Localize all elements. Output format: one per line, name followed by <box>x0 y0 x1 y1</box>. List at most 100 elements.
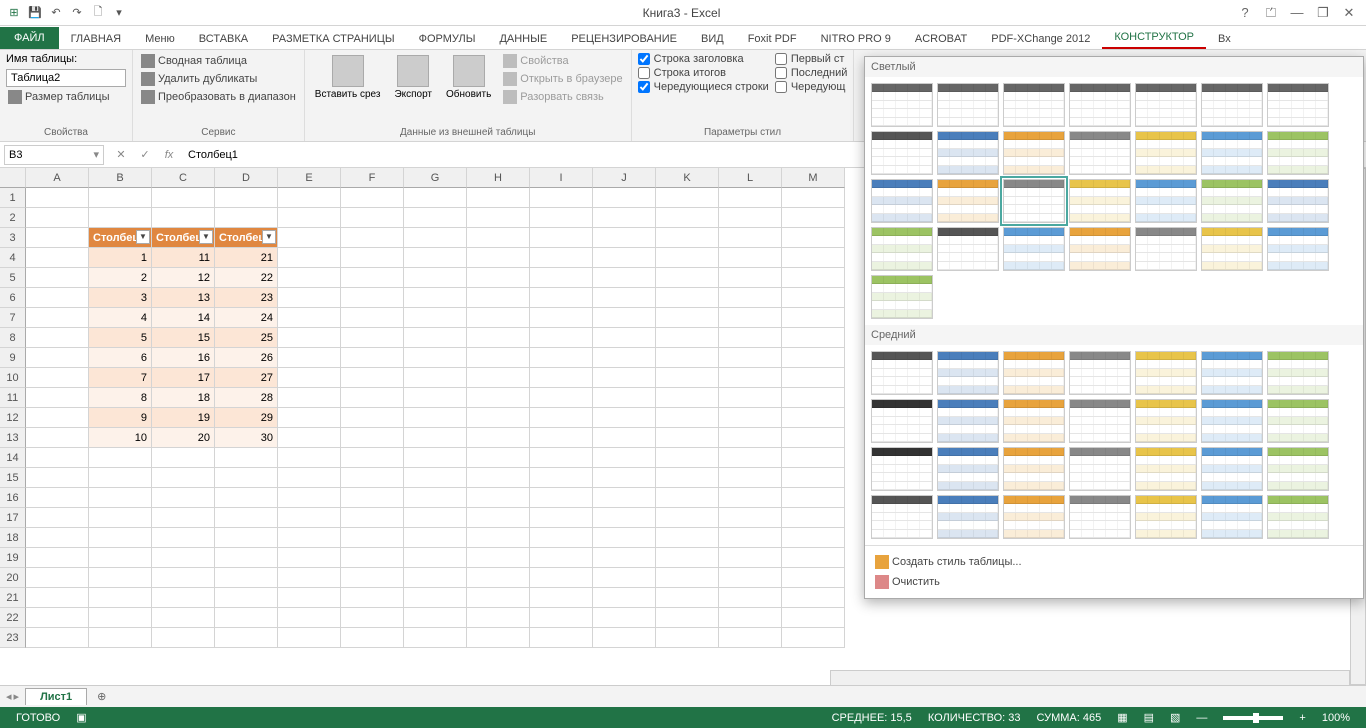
col-header[interactable]: L <box>719 168 782 188</box>
style-swatch[interactable] <box>871 275 933 319</box>
col-header[interactable]: I <box>530 168 593 188</box>
cell[interactable] <box>719 208 782 228</box>
cell[interactable] <box>593 308 656 328</box>
cell[interactable] <box>26 328 89 348</box>
cell[interactable] <box>467 308 530 328</box>
cell[interactable] <box>593 448 656 468</box>
cell[interactable] <box>404 328 467 348</box>
cell[interactable] <box>404 608 467 628</box>
cell[interactable] <box>530 308 593 328</box>
cell[interactable]: 26 <box>215 348 278 368</box>
cell[interactable] <box>26 408 89 428</box>
cell[interactable] <box>530 188 593 208</box>
col-header[interactable]: B <box>89 168 152 188</box>
style-swatch[interactable] <box>1267 447 1329 491</box>
resize-table-button[interactable]: Размер таблицы <box>6 89 126 105</box>
cell[interactable]: 3 <box>89 288 152 308</box>
cell[interactable] <box>782 588 845 608</box>
cell[interactable] <box>530 348 593 368</box>
cell[interactable] <box>26 368 89 388</box>
cell[interactable] <box>530 628 593 648</box>
cell[interactable] <box>593 388 656 408</box>
cell[interactable] <box>530 288 593 308</box>
tab-вх[interactable]: Вх <box>1206 29 1243 49</box>
cell[interactable] <box>341 588 404 608</box>
col-header[interactable]: J <box>593 168 656 188</box>
cell[interactable] <box>467 288 530 308</box>
cell[interactable] <box>341 628 404 648</box>
cancel-fx-icon[interactable]: ✕ <box>112 148 130 161</box>
cell[interactable] <box>341 428 404 448</box>
cell[interactable] <box>467 508 530 528</box>
tab-разметка страницы[interactable]: РАЗМЕТКА СТРАНИЦЫ <box>260 29 406 49</box>
sheet-tab[interactable]: Лист1 <box>25 688 87 705</box>
tab-главная[interactable]: ГЛАВНАЯ <box>59 29 133 49</box>
cell[interactable] <box>278 488 341 508</box>
cell[interactable] <box>656 568 719 588</box>
row-header[interactable]: 19 <box>0 548 26 568</box>
col-header[interactable]: E <box>278 168 341 188</box>
tab-данные[interactable]: ДАННЫЕ <box>487 29 559 49</box>
cell[interactable] <box>719 488 782 508</box>
row-header[interactable]: 22 <box>0 608 26 628</box>
cell[interactable] <box>782 408 845 428</box>
cell[interactable] <box>719 468 782 488</box>
cell[interactable] <box>530 228 593 248</box>
cell[interactable] <box>467 588 530 608</box>
cell[interactable] <box>593 368 656 388</box>
cell[interactable] <box>782 488 845 508</box>
cell[interactable] <box>341 308 404 328</box>
zoom-slider[interactable] <box>1223 716 1283 720</box>
cell[interactable] <box>593 248 656 268</box>
style-swatch[interactable] <box>937 447 999 491</box>
style-swatch[interactable] <box>1069 227 1131 271</box>
cell[interactable] <box>593 548 656 568</box>
name-box[interactable]: B3▾ <box>4 145 104 165</box>
cell[interactable] <box>530 388 593 408</box>
cell[interactable] <box>467 348 530 368</box>
cell[interactable] <box>719 568 782 588</box>
style-swatch[interactable] <box>871 351 933 395</box>
cell[interactable] <box>26 468 89 488</box>
cell[interactable] <box>530 468 593 488</box>
cell[interactable] <box>593 328 656 348</box>
cell[interactable] <box>530 428 593 448</box>
style-swatch[interactable] <box>937 351 999 395</box>
row-header[interactable]: 14 <box>0 448 26 468</box>
cell[interactable] <box>404 548 467 568</box>
style-swatch[interactable] <box>937 131 999 175</box>
cell[interactable]: 17 <box>152 368 215 388</box>
clear-style-button[interactable]: Очистить <box>871 572 1357 592</box>
style-swatch[interactable] <box>937 495 999 539</box>
cell[interactable] <box>26 428 89 448</box>
slicer-button[interactable]: Вставить срез <box>311 53 385 105</box>
cell[interactable] <box>152 568 215 588</box>
cell[interactable]: 6 <box>89 348 152 368</box>
close-icon[interactable]: ✕ <box>1338 5 1360 21</box>
cell[interactable] <box>593 428 656 448</box>
cell[interactable] <box>152 608 215 628</box>
cell[interactable] <box>467 548 530 568</box>
cell[interactable] <box>278 388 341 408</box>
cell[interactable]: Столбец2▼ <box>152 228 215 248</box>
cell[interactable] <box>341 188 404 208</box>
cell[interactable] <box>215 568 278 588</box>
cell[interactable] <box>278 448 341 468</box>
horizontal-scrollbar[interactable] <box>830 670 1350 686</box>
row-header[interactable]: 6 <box>0 288 26 308</box>
cell[interactable] <box>593 268 656 288</box>
zoom-out-icon[interactable]: — <box>1196 712 1207 724</box>
style-swatch[interactable] <box>1003 83 1065 127</box>
help-icon[interactable]: ? <box>1234 5 1256 21</box>
cell[interactable] <box>656 288 719 308</box>
save-icon[interactable]: 💾 <box>25 3 45 23</box>
cell[interactable] <box>719 188 782 208</box>
cell[interactable] <box>89 628 152 648</box>
cell[interactable] <box>467 468 530 488</box>
tab-файл[interactable]: ФАЙЛ <box>0 27 59 49</box>
cell[interactable] <box>719 368 782 388</box>
cell[interactable] <box>719 308 782 328</box>
cell[interactable] <box>215 548 278 568</box>
row-header[interactable]: 17 <box>0 508 26 528</box>
row-header[interactable]: 10 <box>0 368 26 388</box>
